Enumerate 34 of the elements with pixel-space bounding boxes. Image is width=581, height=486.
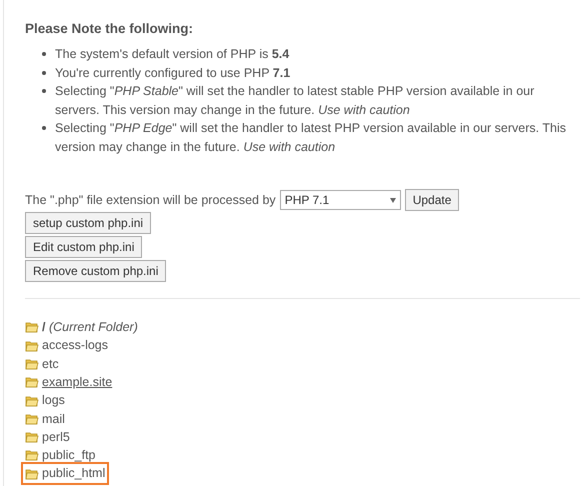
folder-icon: [25, 340, 39, 352]
bullet-icon: [42, 70, 46, 75]
note-text: Selecting "PHP Edge" will set the handler to latest PHP version available in our servers. This version may change in the future. Use with caution: [55, 120, 567, 156]
php-ini-button[interactable]: Remove custom php.ini: [25, 260, 166, 282]
bullet-icon: [42, 89, 46, 94]
folder-item[interactable]: public_ftp: [25, 446, 96, 465]
note-heading: Please Note the following:: [25, 20, 194, 38]
folder-item[interactable]: / (Current Folder): [25, 318, 138, 337]
bullet-icon: [42, 126, 46, 130]
folder-item[interactable]: perl5: [25, 428, 70, 447]
folder-item[interactable]: public_html: [21, 462, 110, 486]
note-text: You're currently configured to use PHP 7.1: [55, 64, 290, 82]
dropdown-caret-icon: [390, 198, 396, 203]
folder-icon: [25, 376, 39, 388]
folder-item[interactable]: access-logs: [25, 336, 108, 356]
bullet-icon: [42, 52, 46, 56]
folder-icon: [25, 431, 39, 444]
folder-item[interactable]: logs: [25, 391, 65, 410]
folder-icon: [25, 449, 39, 462]
note-text: The system's default version of PHP is 5.4: [55, 46, 290, 64]
folder-item[interactable]: etc: [25, 354, 59, 374]
folder-icon: [25, 358, 39, 370]
update-button[interactable]: Update: [404, 189, 460, 212]
handler-label: The ".php" file extension will be processed by: [25, 192, 276, 209]
folder-item[interactable]: mail: [25, 410, 65, 428]
folder-icon: [25, 394, 39, 407]
note-text: Selecting "PHP Stable" will set the handler to latest stable PHP version available in our servers. This version may change in the future. Use with caution: [55, 83, 536, 119]
php-ini-button[interactable]: setup custom php.ini: [25, 212, 152, 234]
folder-icon: [25, 412, 39, 425]
php-ini-button[interactable]: Edit custom php.ini: [25, 236, 142, 258]
version-select[interactable]: PHP 7.1: [280, 190, 401, 210]
folder-icon: [25, 321, 39, 334]
folder-item[interactable]: example.site: [25, 372, 112, 392]
folder-icon: [25, 468, 39, 480]
